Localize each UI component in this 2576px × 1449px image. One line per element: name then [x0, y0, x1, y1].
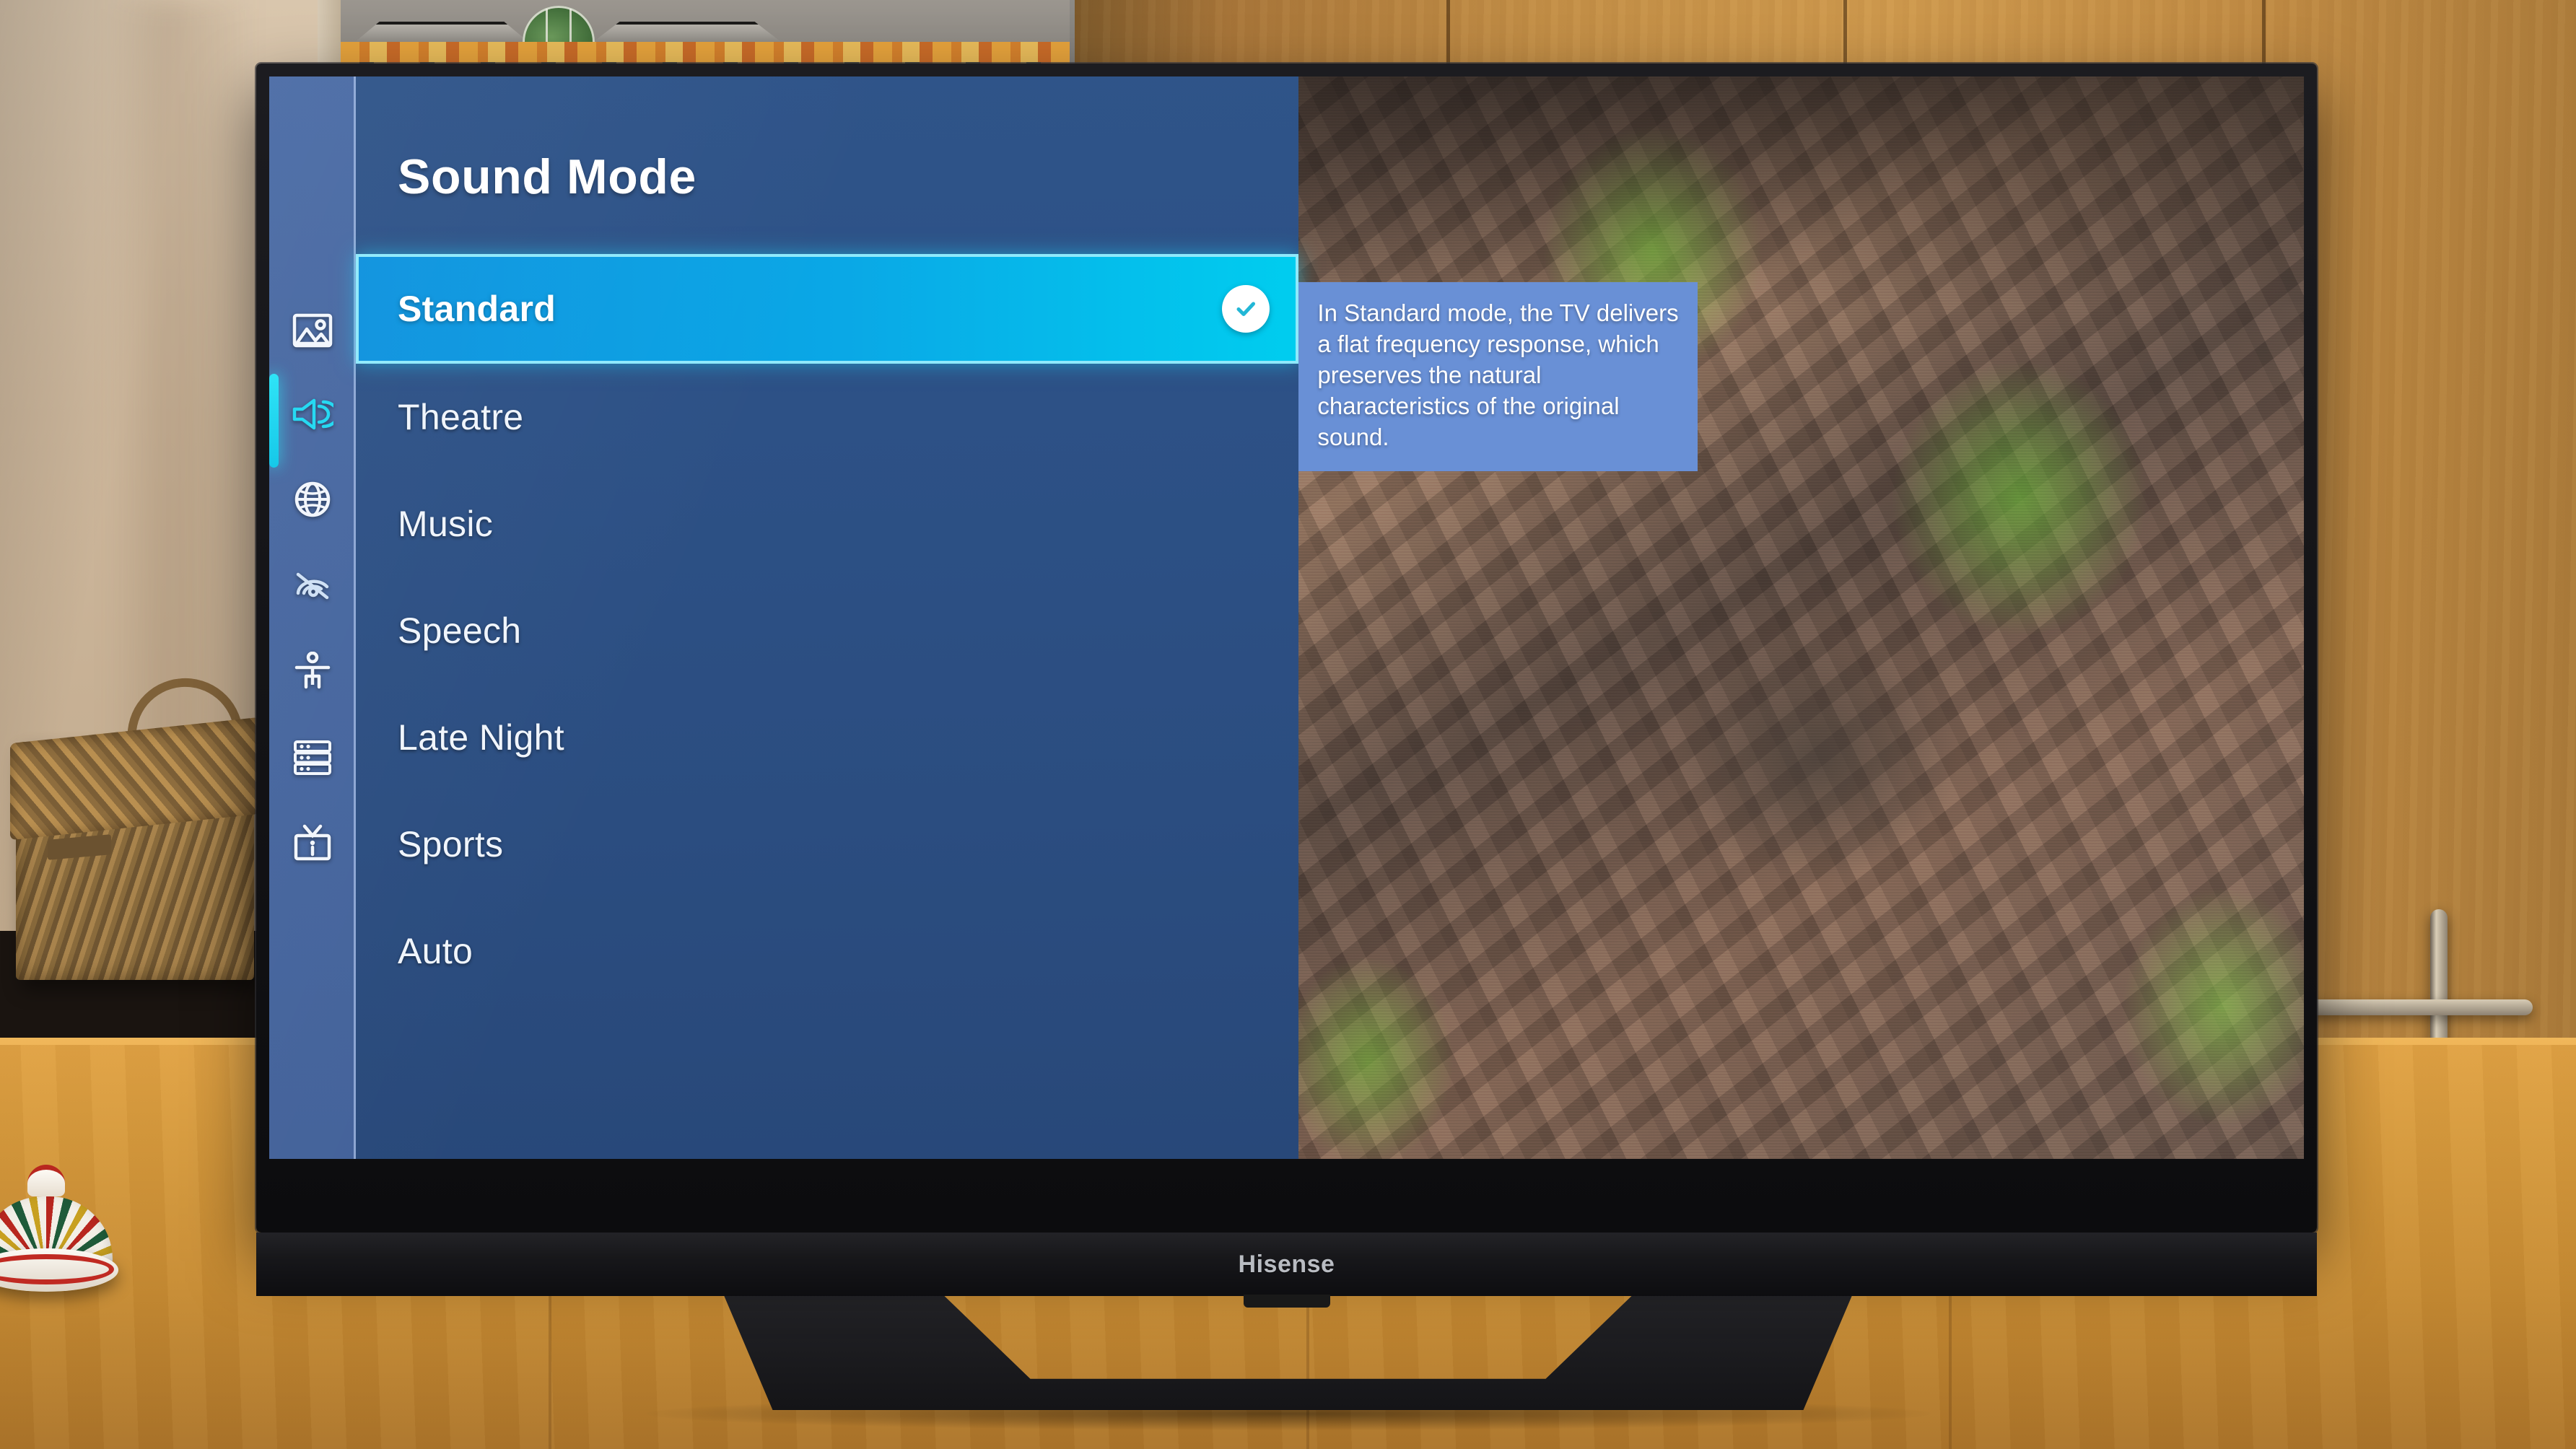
settings-menu-panel: Sound Mode Standard Theatre Music Speech… — [269, 76, 1299, 1159]
video-shadow-top — [1246, 76, 2304, 307]
sidebar-item-support[interactable] — [269, 808, 356, 877]
mode-description-tooltip: In Standard mode, the TV delivers a flat… — [1298, 282, 1698, 472]
system-list-icon — [292, 740, 333, 776]
tv-info-icon — [292, 823, 333, 862]
list-item-speech[interactable]: Speech — [356, 577, 1298, 684]
list-item-label: Theatre — [398, 397, 524, 437]
list-item-theatre[interactable]: Theatre — [356, 364, 1298, 470]
network-globe-icon — [293, 480, 332, 519]
selected-check-badge — [1222, 285, 1270, 333]
list-item-label: Late Night — [398, 717, 564, 758]
sidebar-item-sound[interactable] — [269, 380, 356, 449]
list-item-label: Standard — [398, 289, 556, 329]
cabinet-handle-horizontal — [2295, 999, 2533, 1015]
sidebar-item-network[interactable] — [269, 465, 356, 534]
sound-mode-list: Standard Theatre Music Speech Late Night… — [356, 254, 1299, 1004]
picture-icon — [292, 312, 333, 349]
sidebar-item-picture[interactable] — [269, 296, 356, 365]
tv-bottom-bezel: Hisense — [256, 1233, 2317, 1296]
sidebar-item-system[interactable] — [269, 723, 356, 792]
tv-screen: Sound Mode Standard Theatre Music Speech… — [269, 76, 2304, 1159]
list-item-label: Music — [398, 504, 494, 544]
list-item-standard[interactable]: Standard — [356, 254, 1299, 364]
accessibility-icon — [294, 652, 331, 691]
television: Sound Mode Standard Theatre Music Speech… — [256, 64, 2317, 1308]
list-item-label: Auto — [398, 931, 473, 971]
list-item-auto[interactable]: Auto — [356, 898, 1298, 1004]
check-icon — [1236, 302, 1256, 316]
basket-strap — [48, 834, 111, 860]
artwork-roof-left — [355, 22, 528, 42]
list-item-music[interactable]: Music — [356, 470, 1298, 577]
list-item-sports[interactable]: Sports — [356, 791, 1298, 898]
list-item-label: Sports — [398, 824, 504, 864]
settings-sidebar-rail — [269, 76, 356, 1159]
brand-logo: Hisense — [1238, 1250, 1335, 1278]
ceramic-tagine-dish — [0, 1165, 118, 1292]
settings-menu-body: Sound Mode Standard Theatre Music Speech… — [356, 76, 1299, 1159]
ir-receiver — [1243, 1295, 1330, 1308]
list-item-label: Speech — [398, 610, 522, 651]
page-title: Sound Mode — [398, 149, 697, 204]
list-item-late-night[interactable]: Late Night — [356, 684, 1298, 791]
tagine-knob — [27, 1165, 65, 1196]
sidebar-item-accessibility[interactable] — [269, 636, 356, 706]
artwork-roof-right — [593, 22, 781, 42]
no-signal-icon — [292, 566, 333, 603]
wicker-basket — [10, 673, 260, 980]
sound-icon — [292, 396, 333, 432]
sidebar-item-channel[interactable] — [269, 550, 356, 619]
